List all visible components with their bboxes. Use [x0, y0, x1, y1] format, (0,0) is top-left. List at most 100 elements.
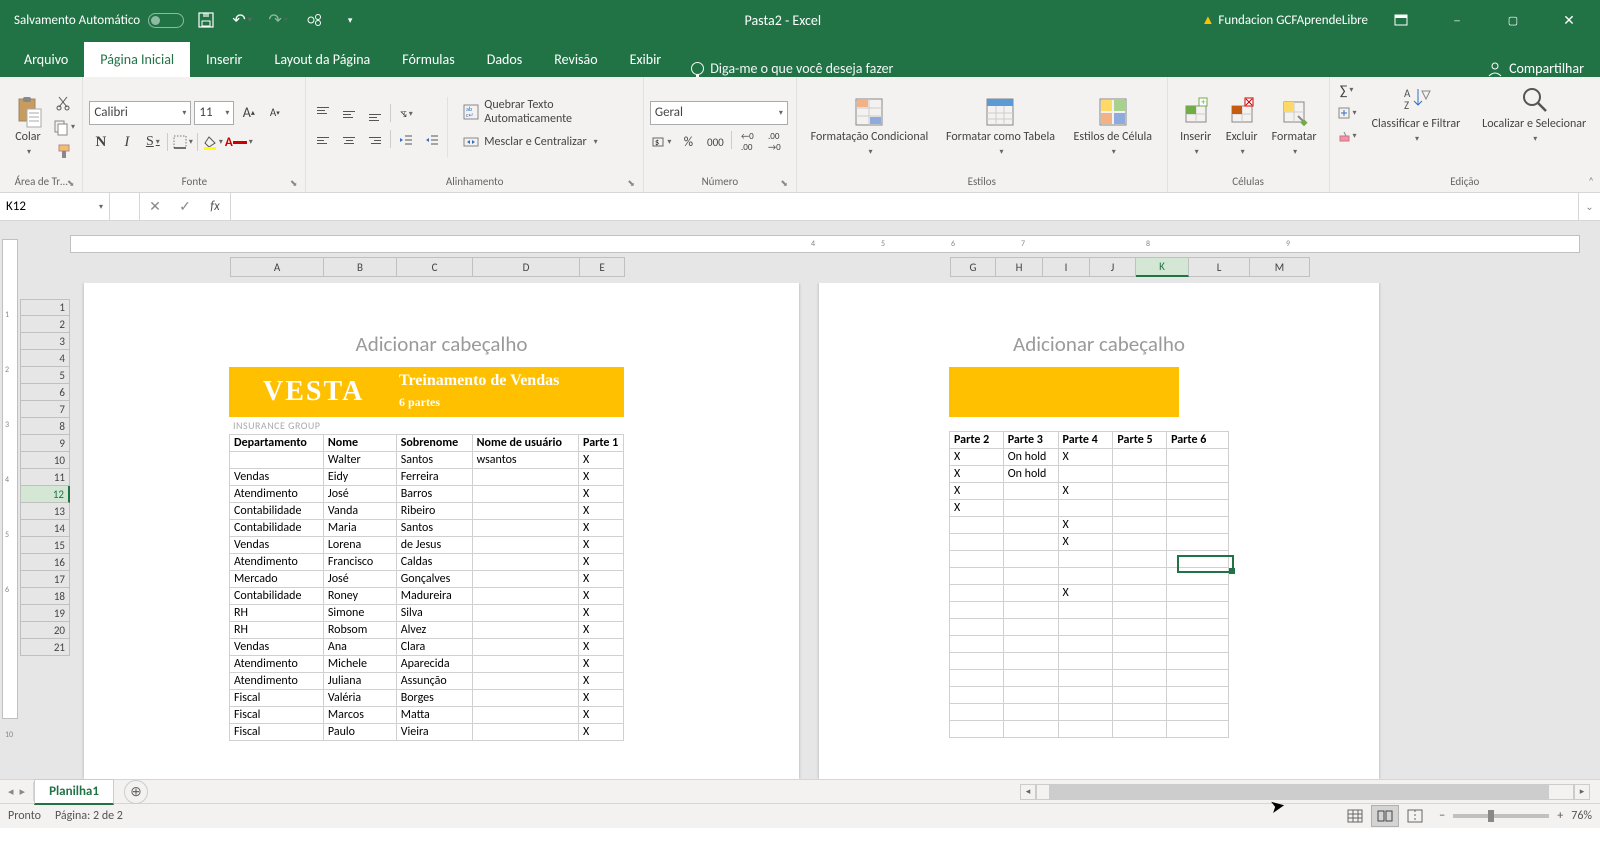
row-header-14[interactable]: 14	[20, 520, 70, 537]
italic-button[interactable]: I	[115, 131, 138, 154]
fx-icon[interactable]: fx	[200, 199, 230, 214]
page-break-view-button[interactable]	[1401, 805, 1429, 827]
align-top-button[interactable]	[312, 104, 334, 124]
minimize-button[interactable]: ─	[1434, 0, 1480, 40]
border-button[interactable]: ▾	[171, 131, 194, 154]
table-row[interactable]: X	[950, 534, 1229, 551]
merge-center-button[interactable]: Mesclar e Centralizar▾	[458, 130, 637, 154]
row-header-6[interactable]: 6	[20, 384, 70, 401]
align-right-button[interactable]	[364, 130, 386, 150]
collapse-ribbon-icon[interactable]: ˄	[1588, 175, 1594, 188]
row-header-15[interactable]: 15	[20, 537, 70, 554]
scroll-right-icon[interactable]: ▸	[1574, 784, 1590, 800]
table-row[interactable]: WalterSantoswsantosX	[230, 452, 624, 469]
prev-sheet-icon[interactable]: ◂	[8, 785, 14, 798]
col-header-M[interactable]: M	[1250, 257, 1310, 277]
row-header-17[interactable]: 17	[20, 571, 70, 588]
tab-file[interactable]: Arquivo	[8, 42, 84, 77]
row-header-8[interactable]: 8	[20, 418, 70, 435]
table-row[interactable]: FiscalValériaBorgesX	[230, 690, 624, 707]
table-row[interactable]: AtendimentoJoséBarrosX	[230, 486, 624, 503]
redo-icon[interactable]: ↷▾	[264, 6, 292, 34]
format-cells-button[interactable]: Formatar▾	[1266, 94, 1323, 161]
table-row[interactable]: ContabilidadeMariaSantosX	[230, 520, 624, 537]
font-size-combo[interactable]: 11▾	[194, 101, 234, 125]
name-box[interactable]: K12▾	[0, 193, 110, 220]
conditional-formatting-button[interactable]: Formatação Condicional ▾	[803, 94, 936, 161]
page-header-2[interactable]: Adicionar cabeçalho	[819, 331, 1379, 367]
ribbon-options-icon[interactable]	[1378, 0, 1424, 40]
col-header-D[interactable]: D	[473, 257, 580, 277]
next-sheet-icon[interactable]: ▸	[20, 785, 26, 798]
enter-formula-icon[interactable]: ✓	[170, 198, 200, 215]
col-header-H[interactable]: H	[996, 257, 1043, 277]
horizontal-scrollbar[interactable]	[1036, 784, 1574, 800]
table-row[interactable]: ContabilidadeRoneyMadureiraX	[230, 588, 624, 605]
insert-cells-button[interactable]: +Inserir▾	[1174, 94, 1218, 161]
row-header-19[interactable]: 19	[20, 605, 70, 622]
table-row[interactable]	[950, 704, 1229, 721]
sheet-tab-1[interactable]: Planilha1	[34, 779, 114, 805]
zoom-out-button[interactable]: −	[1439, 809, 1445, 823]
autosum-button[interactable]: ∑▾	[1336, 81, 1358, 99]
column-headers-p1[interactable]: ABCDE	[230, 257, 625, 277]
decrease-indent-button[interactable]	[395, 130, 417, 150]
increase-decimal-button[interactable]: ←0.00	[736, 131, 759, 154]
account-name[interactable]: ▲Fundacion GCFAprendeLibre	[1202, 12, 1368, 28]
tab-layout[interactable]: Layout da Página	[258, 42, 386, 77]
table-row[interactable]: RHSimoneSilvaX	[230, 605, 624, 622]
number-format-combo[interactable]: Geral▾	[650, 101, 788, 125]
formula-input[interactable]	[231, 193, 1578, 220]
row-header-20[interactable]: 20	[20, 622, 70, 639]
col-header-L[interactable]: L	[1189, 257, 1250, 277]
table-row[interactable]: ContabilidadeVandaRibeiroX	[230, 503, 624, 520]
row-header-5[interactable]: 5	[20, 367, 70, 384]
accounting-format-button[interactable]: $▾	[650, 131, 673, 154]
table-row[interactable]: FiscalPauloVieiraX	[230, 724, 624, 741]
col-header-A[interactable]: A	[230, 257, 324, 277]
font-color-button[interactable]: A▾	[227, 131, 250, 154]
autosave-toggle[interactable]: Salvamento Automático	[14, 13, 184, 28]
tell-me-search[interactable]: Diga-me o que você deseja fazer	[691, 60, 893, 77]
table-row[interactable]: AtendimentoMicheleAparecidaX	[230, 656, 624, 673]
table-row[interactable]	[950, 602, 1229, 619]
row-header-9[interactable]: 9	[20, 435, 70, 452]
row-header-2[interactable]: 2	[20, 316, 70, 333]
page-layout-view-button[interactable]	[1371, 805, 1399, 827]
row-header-4[interactable]: 4	[20, 350, 70, 367]
comma-style-button[interactable]: 000	[704, 131, 727, 154]
normal-view-button[interactable]	[1341, 805, 1369, 827]
row-header-7[interactable]: 7	[20, 401, 70, 418]
zoom-in-button[interactable]: +	[1557, 809, 1563, 823]
zoom-slider[interactable]	[1453, 814, 1549, 818]
maximize-button[interactable]: ▢	[1490, 0, 1536, 40]
table-row[interactable]: AtendimentoJulianaAssunçãoX	[230, 673, 624, 690]
col-header-I[interactable]: I	[1043, 257, 1090, 277]
decrease-decimal-button[interactable]: .00→0	[763, 131, 786, 154]
table-row[interactable]	[950, 619, 1229, 636]
close-button[interactable]: ✕	[1546, 0, 1592, 40]
sort-filter-button[interactable]: AZClassificar e Filtrar ▾	[1364, 81, 1469, 148]
row-header-10[interactable]: 10	[20, 452, 70, 469]
copy-button[interactable]: ▾	[54, 117, 74, 137]
data-table-p1[interactable]: DepartamentoNomeSobrenomeNome de usuário…	[229, 434, 624, 741]
delete-cells-button[interactable]: Excluir▾	[1220, 94, 1264, 161]
format-as-table-button[interactable]: Formatar como Tabela ▾	[938, 94, 1063, 161]
increase-indent-button[interactable]	[421, 130, 443, 150]
font-name-combo[interactable]: Calibri▾	[89, 101, 191, 125]
table-row[interactable]	[950, 568, 1229, 585]
bold-button[interactable]: N	[89, 131, 112, 154]
tab-review[interactable]: Revisão	[538, 42, 613, 77]
table-row[interactable]: X	[950, 585, 1229, 602]
row-header-18[interactable]: 18	[20, 588, 70, 605]
align-middle-button[interactable]	[338, 104, 360, 124]
col-header-J[interactable]: J	[1090, 257, 1136, 277]
table-row[interactable]: AtendimentoFranciscoCaldasX	[230, 554, 624, 571]
row-header-16[interactable]: 16	[20, 554, 70, 571]
table-row[interactable]	[950, 653, 1229, 670]
share-button[interactable]: Compartilhar	[1487, 60, 1584, 77]
table-row[interactable]	[950, 670, 1229, 687]
add-sheet-button[interactable]: ⊕	[124, 780, 148, 804]
col-header-B[interactable]: B	[324, 257, 397, 277]
row-header-13[interactable]: 13	[20, 503, 70, 520]
